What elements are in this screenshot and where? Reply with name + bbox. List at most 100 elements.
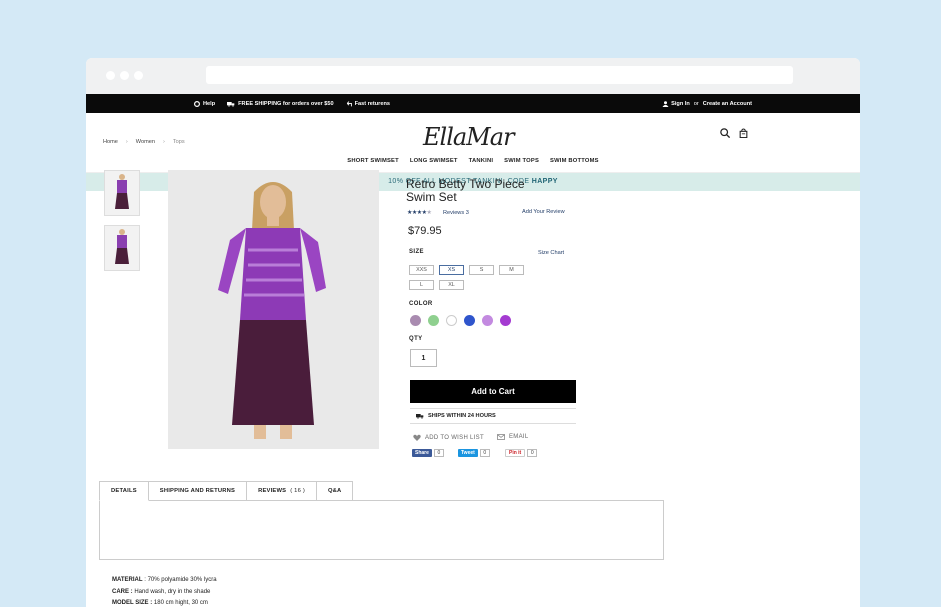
email-link[interactable]: EMAIL [497,434,529,440]
breadcrumb-separator-icon: › [125,139,128,145]
main-nav: SHORT SWIMSET LONG SWIMSET TANKINI SWIM … [86,158,860,164]
site-logo[interactable]: EllaMar [423,123,515,151]
help-link[interactable]: Help [194,100,216,107]
breadcrumb-current: Tops [172,139,185,145]
window-dot-maximize[interactable] [134,71,143,80]
twitter-tweet-button[interactable]: Tweet [458,449,478,457]
site-header: EllaMar SHORT SWIMSET LONG SWIMSET TANKI… [86,113,860,173]
color-swatch-5[interactable] [482,315,493,326]
star-icon: ★★★★ [407,210,427,216]
rating-stars: ★★★★★ [407,209,432,216]
envelope-icon [497,434,505,440]
quantity-input[interactable]: 1 [410,349,437,367]
free-shipping-info: FREE SHIPPING for orders over $50 [227,101,334,107]
spec-care-label: CARE : [112,589,133,595]
nav-short-swimset[interactable]: SHORT SWIMSET [347,158,399,164]
product-thumbnail-1[interactable] [104,170,140,216]
tab-reviews[interactable]: REVIEWS( 16 ) [247,481,317,501]
size-option-s[interactable]: S [469,265,494,275]
nav-swim-tops[interactable]: SWIM TOPS [504,158,539,164]
pinterest-pin-button[interactable]: Pin it [505,449,526,457]
nav-swim-bottoms[interactable]: SWIM BOTTOMS [550,158,599,164]
spec-care-value: Hand wash, dry in the shade [132,589,211,595]
spec-care: CARE : Hand wash, dry in the shade [112,589,210,595]
help-label: Help [203,100,216,107]
window-dot-close[interactable] [106,71,115,80]
twitter-share[interactable]: Tweet 0 [458,449,490,457]
or-text: or [693,100,699,107]
reviews-link[interactable]: Reviews 3 [443,210,469,216]
size-option-xl[interactable]: XL [439,280,464,290]
tab-qa-label: Q&A [327,488,342,494]
star-empty-icon: ★ [426,210,432,216]
nav-tankini[interactable]: TANKINI [469,158,493,164]
tab-reviews-count: ( 16 ) [290,488,305,494]
returns-label: Fast returens [354,100,391,107]
email-label: EMAIL [509,434,529,440]
color-label: COLOR [409,301,433,307]
qty-label: QTY [409,336,423,342]
header-icons [720,128,748,138]
spec-model-label: MODEL SIZE : [112,600,153,606]
create-account-link[interactable]: Create an Account [703,101,752,107]
search-icon[interactable] [720,128,730,138]
tab-shipping-returns[interactable]: SHIPPING AND RETURNS [148,481,248,501]
facebook-share-count: 0 [433,449,444,457]
details-panel [99,500,664,560]
spec-model-value: 180 cm hight, 30 cm [152,600,208,606]
nav-long-swimset[interactable]: LONG SWIMSET [410,158,458,164]
top-bar: Help FREE SHIPPING for orders over $50 F… [86,94,860,113]
breadcrumb-women[interactable]: Women [136,139,155,145]
lifebuoy-icon [194,100,200,107]
size-option-m[interactable]: M [499,265,524,275]
returns-info: Fast returens [346,101,390,107]
truck-icon [227,101,235,107]
facebook-share[interactable]: Share 0 [412,449,444,457]
tab-reviews-label: REVIEWS [258,488,287,494]
pinterest-share[interactable]: Pin it 0 [505,449,538,457]
product-thumbnail-2[interactable] [104,225,140,271]
facebook-share-button[interactable]: Share [412,449,432,457]
size-option-xxs[interactable]: XXS [409,265,434,275]
window-dot-minimize[interactable] [120,71,129,80]
color-swatch-1[interactable] [410,315,421,326]
shopping-bag-icon[interactable] [739,128,748,138]
add-review-link[interactable]: Add Your Review [522,209,565,215]
color-swatch-2[interactable] [428,315,439,326]
user-icon [662,100,669,107]
color-swatch-6[interactable] [500,315,511,326]
heart-icon [413,434,421,441]
color-swatch-3[interactable] [446,315,457,326]
add-to-cart-button[interactable]: Add to Cart [410,380,576,403]
size-chart-link[interactable]: Size Chart [538,250,564,256]
size-label: SIZE [409,249,424,255]
truck-icon [416,414,424,419]
add-to-wishlist-link[interactable]: ADD TO WISH LIST [413,434,484,441]
twitter-share-count: 0 [479,449,490,457]
browser-chrome [86,58,860,94]
tab-details[interactable]: DETAILS [99,481,149,501]
breadcrumb: Home › Women › Tops [103,139,185,145]
spec-material: MATERIAL : 70% polyamide 30% lycra [112,577,217,583]
tab-details-label: DETAILS [111,488,137,494]
ships-label: SHIPS WITHIN 24 HOURS [428,413,496,419]
color-swatch-4[interactable] [464,315,475,326]
tab-shipping-label: SHIPPING AND RETURNS [159,488,236,494]
breadcrumb-separator-icon: › [162,139,165,145]
model-figure-thumbnail [115,174,129,209]
spec-material-value: : 70% polyamide 30% lycra [142,577,217,583]
address-bar[interactable] [206,66,793,84]
wishlist-label: ADD TO WISH LIST [425,434,484,441]
return-arrow-icon [346,100,352,106]
spec-material-label: MATERIAL [112,577,143,583]
product-price: $79.95 [408,225,442,237]
shipping-info: SHIPS WITHIN 24 HOURS [410,408,576,424]
tab-qa[interactable]: Q&A [316,481,354,501]
breadcrumb-home[interactable]: Home [103,139,118,145]
product-tabs: DETAILS SHIPPING AND RETURNS REVIEWS( 16… [99,481,354,501]
product-main-image[interactable] [168,170,379,449]
size-option-l[interactable]: L [409,280,434,290]
pinterest-share-count: 0 [527,449,538,457]
size-option-xs[interactable]: XS [439,265,464,275]
sign-in-link[interactable]: Sign In [671,101,690,107]
